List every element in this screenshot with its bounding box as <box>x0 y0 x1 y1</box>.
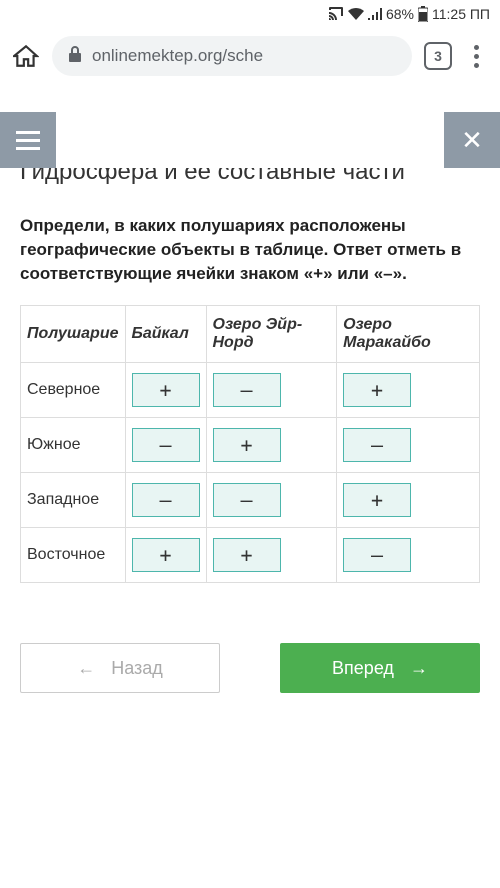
close-button[interactable]: ✕ <box>444 112 500 168</box>
answer-input[interactable]: + <box>213 428 281 462</box>
answer-input[interactable]: – <box>343 538 411 572</box>
app-bar: ✕ <box>0 112 500 168</box>
row-label: Южное <box>21 418 126 473</box>
content: Гидросфера и ее составные части Определи… <box>0 158 500 583</box>
forward-label: Вперед <box>332 658 394 679</box>
hemisphere-table: Полушарие Байкал Озеро Эйр-Норд Озеро Ма… <box>20 305 480 583</box>
hamburger-icon <box>16 131 40 150</box>
answer-cell: – <box>337 418 480 473</box>
answer-cell: + <box>125 528 206 583</box>
answer-input[interactable]: + <box>343 373 411 407</box>
answer-cell: + <box>337 473 480 528</box>
answer-cell: + <box>206 418 337 473</box>
row-label: Северное <box>21 363 126 418</box>
close-icon: ✕ <box>461 125 483 156</box>
header-hemisphere: Полушарие <box>21 306 126 363</box>
table-row: Северное+–+ <box>21 363 480 418</box>
answer-input[interactable]: – <box>132 428 200 462</box>
answer-input[interactable]: + <box>132 373 200 407</box>
header-maracaibo: Озеро Маракайбо <box>337 306 480 363</box>
answer-input[interactable]: – <box>132 483 200 517</box>
answer-cell: – <box>125 418 206 473</box>
back-label: Назад <box>111 658 163 679</box>
header-eyre: Озеро Эйр-Норд <box>206 306 337 363</box>
menu-button[interactable] <box>0 112 56 168</box>
answer-cell: – <box>206 363 337 418</box>
lock-icon <box>68 46 82 67</box>
answer-cell: + <box>206 528 337 583</box>
back-button[interactable]: ← Назад <box>20 643 220 693</box>
table-row: Южное–+– <box>21 418 480 473</box>
answer-input[interactable]: – <box>213 483 281 517</box>
answer-cell: + <box>125 363 206 418</box>
signal-icon <box>368 8 382 20</box>
forward-button[interactable]: Вперед → <box>280 643 480 693</box>
row-label: Западное <box>21 473 126 528</box>
status-time: 11:25 ПП <box>432 6 490 22</box>
answer-input[interactable]: – <box>343 428 411 462</box>
home-button[interactable] <box>12 42 40 70</box>
answer-cell: – <box>206 473 337 528</box>
answer-input[interactable]: – <box>213 373 281 407</box>
table-row: Восточное++– <box>21 528 480 583</box>
browser-bar: onlinemektep.org/sche 3 <box>0 28 500 84</box>
header-baikal: Байкал <box>125 306 206 363</box>
battery-icon <box>418 6 428 22</box>
nav-buttons: ← Назад Вперед → <box>0 643 500 693</box>
answer-cell: – <box>337 528 480 583</box>
cast-icon <box>328 7 344 21</box>
wifi-icon <box>348 8 364 20</box>
answer-input[interactable]: + <box>343 483 411 517</box>
tabs-button[interactable]: 3 <box>424 42 452 70</box>
instruction-text: Определи, в каких полушариях расположены… <box>20 214 480 285</box>
arrow-right-icon: → <box>410 658 428 679</box>
arrow-left-icon: ← <box>77 658 95 679</box>
table-header-row: Полушарие Байкал Озеро Эйр-Норд Озеро Ма… <box>21 306 480 363</box>
answer-input[interactable]: + <box>213 538 281 572</box>
table-row: Западное––+ <box>21 473 480 528</box>
url-text: onlinemektep.org/sche <box>92 46 263 66</box>
answer-cell: – <box>125 473 206 528</box>
battery-percent: 68% <box>386 6 414 22</box>
answer-input[interactable]: + <box>132 538 200 572</box>
status-bar: 68% 11:25 ПП <box>0 0 500 28</box>
more-button[interactable] <box>464 45 488 68</box>
row-label: Восточное <box>21 528 126 583</box>
answer-cell: + <box>337 363 480 418</box>
url-bar[interactable]: onlinemektep.org/sche <box>52 36 412 76</box>
